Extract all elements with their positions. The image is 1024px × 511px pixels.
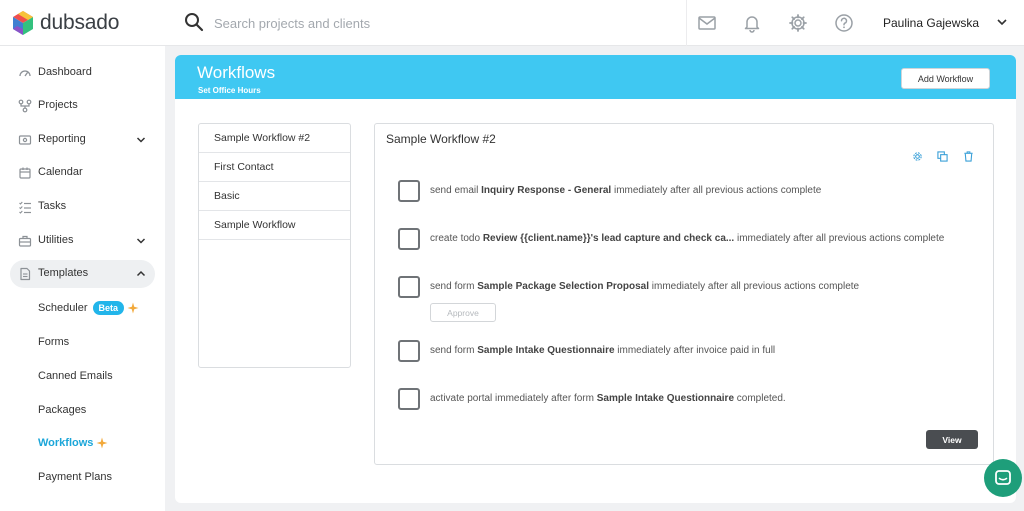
- sidebar-item-label: Dashboard: [38, 66, 92, 78]
- sparkle-icon: [96, 437, 108, 449]
- workflow-list-item[interactable]: Sample Workflow: [199, 211, 350, 240]
- add-workflow-button[interactable]: Add Workflow: [901, 68, 990, 89]
- sidebar-item-label: Reporting: [38, 133, 86, 145]
- bell-icon[interactable]: [742, 13, 762, 33]
- action-description: create todo Review {{client.name}}'s lea…: [430, 233, 945, 244]
- action-checkbox[interactable]: [398, 228, 420, 250]
- main-panel: Workflows Set Office Hours Add Workflow …: [175, 55, 1016, 503]
- action-description: send form Sample Intake Questionnaire im…: [430, 345, 776, 356]
- sidebar-subitem-label: Workflows: [38, 437, 94, 449]
- sidebar-item-label: Templates: [38, 267, 89, 279]
- sidebar-item-dashboard[interactable]: Dashboard: [10, 59, 155, 87]
- search-input[interactable]: [214, 10, 634, 36]
- sidebar-item-label: Tasks: [38, 200, 67, 212]
- chevron-down-icon[interactable]: [136, 236, 146, 246]
- reporting-icon: [18, 135, 32, 145]
- user-name[interactable]: Paulina Gajewska: [883, 16, 979, 30]
- sidebar: Dashboard Projects Reporting Calendar Ta…: [0, 46, 165, 511]
- header-divider: [686, 0, 687, 46]
- beta-badge: Beta: [92, 301, 125, 315]
- action-checkbox[interactable]: [398, 340, 420, 362]
- templates-icon: [20, 267, 31, 281]
- logo[interactable]: dubsado: [12, 9, 119, 37]
- sidebar-item-label: Calendar: [38, 166, 83, 178]
- sidebar-item-label: Utilities: [38, 234, 74, 246]
- sidebar-subitem-payment-plans[interactable]: Payment Plans: [38, 467, 112, 487]
- set-office-hours-link[interactable]: Set Office Hours: [198, 86, 261, 95]
- workflow-list: Sample Workflow #2 First Contact Basic S…: [198, 123, 351, 368]
- action-description: send form Sample Package Selection Propo…: [430, 281, 860, 292]
- sidebar-subitem-scheduler[interactable]: Scheduler Beta: [38, 298, 139, 318]
- action-description: activate portal immediately after form S…: [430, 393, 786, 404]
- trash-icon[interactable]: [963, 151, 974, 162]
- sidebar-item-templates[interactable]: Templates: [10, 260, 155, 288]
- workflow-list-item[interactable]: Sample Workflow #2: [199, 124, 350, 153]
- page-header-banner: Workflows Set Office Hours Add Workflow: [175, 55, 1016, 99]
- sidebar-item-projects[interactable]: Projects: [10, 92, 155, 120]
- dubsado-logo-icon: [13, 11, 33, 35]
- approve-button[interactable]: Approve: [430, 303, 496, 322]
- page-title: Workflows: [197, 63, 276, 82]
- gear-icon[interactable]: [788, 13, 808, 33]
- workflow-list-item[interactable]: First Contact: [199, 153, 350, 182]
- mail-icon[interactable]: [697, 13, 717, 33]
- chevron-down-icon[interactable]: [136, 135, 146, 145]
- workflow-title: Sample Workflow #2: [386, 132, 496, 146]
- sidebar-item-utilities[interactable]: Utilities: [10, 227, 155, 255]
- sidebar-subitem-label: Scheduler: [38, 302, 88, 314]
- chevron-up-icon[interactable]: [136, 269, 146, 279]
- view-button[interactable]: View: [926, 430, 978, 449]
- workflow-list-item[interactable]: Basic: [199, 182, 350, 211]
- utilities-icon: [18, 235, 32, 247]
- sparkle-icon: [127, 302, 139, 314]
- sidebar-subitem-workflows[interactable]: Workflows: [38, 433, 108, 453]
- action-checkbox[interactable]: [398, 276, 420, 298]
- chevron-down-icon[interactable]: [996, 16, 1008, 28]
- help-icon[interactable]: [834, 13, 854, 33]
- dashboard-icon: [19, 70, 31, 77]
- top-bar: dubsado Paulina Gajewska: [0, 0, 1024, 46]
- workflow-detail: Sample Workflow #2 send email Inquiry Re…: [374, 123, 994, 465]
- action-checkbox[interactable]: [398, 388, 420, 410]
- calendar-icon: [19, 167, 31, 179]
- sidebar-item-label: Projects: [38, 99, 78, 111]
- sidebar-item-reporting[interactable]: Reporting: [10, 126, 155, 154]
- chat-icon: [995, 470, 1011, 485]
- action-description: send email Inquiry Response - General im…: [430, 185, 822, 196]
- duplicate-icon[interactable]: [937, 151, 948, 162]
- chat-button[interactable]: [984, 459, 1022, 497]
- sidebar-subitem-label: Packages: [38, 404, 87, 416]
- sidebar-subitem-packages[interactable]: Packages: [38, 400, 86, 420]
- sidebar-subitem-label: Payment Plans: [38, 471, 112, 483]
- settings-icon[interactable]: [912, 151, 923, 162]
- action-checkbox[interactable]: [398, 180, 420, 202]
- search-icon[interactable]: [184, 12, 204, 32]
- brand-name: dubsado: [40, 11, 120, 34]
- sidebar-item-calendar[interactable]: Calendar: [10, 159, 155, 187]
- sidebar-subitem-label: Forms: [38, 336, 70, 348]
- projects-icon: [18, 99, 32, 113]
- sidebar-subitem-forms[interactable]: Forms: [38, 332, 69, 352]
- sidebar-subitem-canned-emails[interactable]: Canned Emails: [38, 366, 113, 386]
- sidebar-subitem-label: Canned Emails: [38, 370, 113, 382]
- sidebar-item-tasks[interactable]: Tasks: [10, 193, 155, 221]
- tasks-icon: [19, 201, 31, 214]
